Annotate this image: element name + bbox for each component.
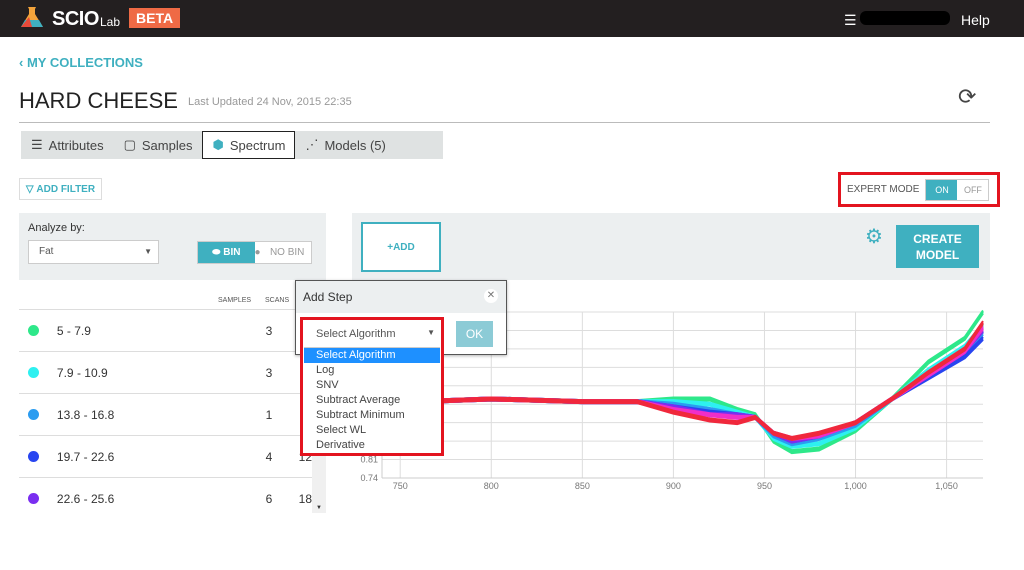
flask-logo-icon (21, 7, 43, 27)
samples-count: 3 (265, 365, 273, 380)
help-link[interactable]: Help (961, 12, 990, 28)
bin-color-dot (28, 325, 39, 336)
x-tick-label: 850 (575, 481, 590, 491)
add-filter-label: ADD FILTER (36, 183, 96, 195)
bin-color-dot (28, 409, 39, 420)
tab-label: Models (5) (324, 137, 386, 153)
bin-color-dot (28, 493, 39, 504)
beta-badge: BETA (129, 8, 181, 28)
caret-down-icon: ▼ (144, 247, 152, 256)
expert-mode-on[interactable]: ON (926, 179, 958, 200)
logo-sub: Lab (100, 15, 121, 29)
logo-text[interactable]: SCIO (52, 8, 99, 31)
tab-label: Attributes (48, 137, 104, 153)
algorithm-select[interactable]: Select Algorithm ▼ Select Algorithm Log SNV… (300, 317, 444, 456)
table-row[interactable]: 19.7 - 22.6 4 12 (19, 435, 312, 477)
x-tick-label: 800 (484, 481, 499, 491)
x-tick-label: 1,050 (935, 481, 958, 491)
ok-button[interactable]: OK (456, 321, 493, 347)
table-row[interactable]: 7.9 - 10.939 (19, 351, 312, 393)
network-icon: ⋰ (305, 137, 319, 152)
hexagon-icon: ⬢ (212, 137, 224, 152)
user-name-redacted[interactable] (860, 11, 950, 25)
hamburger-icon[interactable]: ☰ (844, 12, 857, 29)
algorithm-select-value[interactable]: Select Algorithm ▼ (304, 321, 440, 348)
caret-down-icon: ▼ (427, 328, 435, 337)
no-bin-button[interactable]: ● NO BIN (254, 242, 311, 263)
algorithm-option[interactable]: SNV (304, 378, 440, 393)
x-tick-label: 750 (393, 481, 408, 491)
expert-mode-label: EXPERT MODE (847, 184, 920, 195)
tab-label: Spectrum (229, 137, 286, 153)
samples-count: 6 (265, 491, 273, 506)
bin-range: 19.7 - 22.6 (56, 449, 115, 464)
x-tick-label: 900 (666, 481, 681, 491)
select-value-text: Select Algorithm (316, 328, 396, 340)
analyze-by-select[interactable]: Fat ▼ (28, 240, 159, 264)
gear-icon[interactable]: ⚙ (865, 224, 883, 249)
tab-spectrum[interactable]: ⬢ Spectrum (202, 131, 296, 159)
refresh-icon[interactable]: ⟳ (958, 84, 976, 110)
bin-range: 5 - 7.9 (56, 323, 91, 338)
bin-range: 7.9 - 10.9 (56, 365, 108, 380)
algorithm-option[interactable]: Select Algorithm (304, 348, 440, 363)
list-icon: ☰ (31, 137, 43, 152)
samples-header: SAMPLES (218, 297, 252, 304)
x-tick-label: 1,000 (844, 481, 867, 491)
algorithm-option[interactable]: Subtract Average (304, 393, 440, 408)
samples-count: 1 (265, 407, 273, 422)
bin-range: 22.6 - 25.6 (56, 491, 115, 506)
divider (19, 122, 990, 123)
cube-icon: ▢ (123, 137, 136, 152)
bin-range: 13.8 - 16.8 (56, 407, 115, 422)
scans-header: SCANS (265, 297, 290, 304)
algorithm-option[interactable]: Select WL (304, 423, 440, 438)
analyze-by-value: Fat (39, 246, 54, 257)
dialog-header: Add Step ✕ (296, 281, 506, 313)
spectrum-line (382, 339, 984, 444)
last-updated: Last Updated 24 Nov, 2015 22:35 (188, 96, 352, 108)
bin-color-dot (28, 451, 39, 462)
analyze-by-label: Analyze by: (28, 222, 85, 234)
table-row[interactable]: 13.8 - 16.813 (19, 393, 312, 435)
table-row[interactable]: 5 - 7.939 (19, 309, 312, 351)
close-icon[interactable]: ✕ (484, 289, 498, 303)
tab-samples[interactable]: ▢ Samples (114, 131, 203, 159)
tab-models[interactable]: ⋰ Models (5) (295, 131, 395, 159)
dialog-title: Add Step (303, 290, 353, 304)
expert-mode-off[interactable]: OFF (957, 179, 989, 200)
x-tick-label: 950 (757, 481, 772, 491)
bin-button[interactable]: ⬬ BIN (198, 242, 255, 263)
y-tick-label: 0.74 (360, 473, 378, 483)
tab-label: Samples (141, 137, 193, 153)
scans-count: 18 (298, 491, 312, 506)
pipeline-panel (352, 213, 990, 280)
samples-count: 4 (265, 449, 273, 464)
page-title: HARD CHEESE (19, 88, 178, 113)
y-tick-label: 0.81 (360, 455, 378, 465)
algorithm-option[interactable]: Derivative (304, 438, 440, 453)
add-step-button[interactable]: +ADD (361, 222, 441, 272)
tab-attributes[interactable]: ☰ Attributes (21, 131, 114, 159)
create-model-button[interactable]: CREATE MODEL (896, 225, 979, 268)
table-row[interactable]: 22.6 - 25.6 6 18 (19, 477, 312, 519)
expert-mode-toggle-group: EXPERT MODE ON OFF (838, 172, 1000, 207)
algorithm-option[interactable]: Log (304, 363, 440, 378)
algorithm-options: Select Algorithm Log SNV Subtract Average Su… (304, 348, 440, 453)
filter-icon: ▽ (25, 183, 37, 195)
bin-color-dot (28, 367, 39, 378)
algorithm-option[interactable]: Subtract Minimum (304, 408, 440, 423)
back-to-collections-link[interactable]: ‹ MY COLLECTIONS (19, 55, 143, 70)
step-tabs: ☰ Attributes ▢ Samples ⬢ Spectrum ⋰ Models (… (21, 131, 443, 159)
add-filter-button[interactable]: ▽ ADD FILTER (19, 178, 102, 200)
bin-toggle: ⬬ BIN ● NO BIN (197, 241, 312, 264)
samples-count: 3 (265, 323, 273, 338)
